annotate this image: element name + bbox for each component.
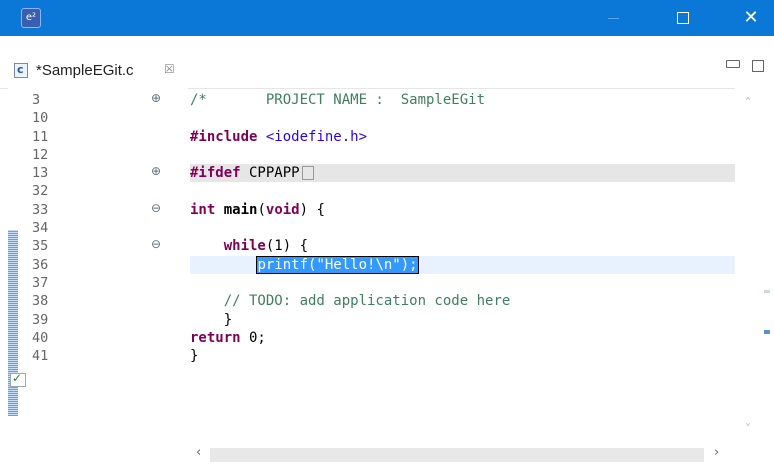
scroll-right-icon[interactable]: › xyxy=(714,445,719,460)
quick-diff-bar xyxy=(8,230,18,416)
line-number: 34 xyxy=(32,220,49,237)
scroll-down-icon[interactable]: ˅ xyxy=(745,422,751,436)
code-text-fragment: ) { xyxy=(299,201,325,218)
code-line: return 0; xyxy=(190,329,750,347)
preprocessor-directive: #include xyxy=(190,128,258,145)
line-number: 11 xyxy=(32,128,49,145)
line-number-gutter xyxy=(8,88,148,442)
folded-content-icon[interactable] xyxy=(301,166,314,181)
line-number: 37 xyxy=(32,274,49,291)
collapse-fold-icon[interactable]: ⊖ xyxy=(151,237,161,251)
maximize-window-button[interactable] xyxy=(660,0,706,36)
vertical-scrollbar[interactable] xyxy=(735,88,774,442)
code-line: // TODO: add application code here xyxy=(190,292,750,310)
macro-name: CPPAPP xyxy=(240,165,300,182)
function-name: main xyxy=(223,201,258,218)
comment: /* PROJECT NAME : SampleEGit xyxy=(190,92,486,108)
line-number: 36 xyxy=(32,256,49,273)
folded-code-line: #ifdef CPPAPP xyxy=(190,164,750,183)
line-number: 39 xyxy=(32,311,49,328)
scroll-up-icon[interactable]: ˄ xyxy=(745,96,751,110)
code-line: #include <iodefine.h> xyxy=(190,128,750,146)
minimize-view-icon[interactable] xyxy=(726,60,740,68)
horizontal-scroll-thumb[interactable] xyxy=(210,448,704,462)
return-keyword: return xyxy=(190,329,241,346)
line-number: 41 xyxy=(32,348,49,365)
folding-column xyxy=(148,88,188,442)
loop-keyword: while xyxy=(223,238,266,255)
code-editor[interactable]: 3 10 11 12 13 32 33 34 35 36 37 38 39 40… xyxy=(8,88,774,442)
code-line: while(1) { xyxy=(190,237,750,255)
tab-label[interactable]: *SampleEGit.c xyxy=(36,62,134,79)
close-tab-icon[interactable]: ☒ xyxy=(164,62,175,76)
c-source-file-icon xyxy=(14,63,28,78)
current-code-line: printf("Hello!\n"); xyxy=(190,255,750,274)
collapse-fold-icon[interactable]: ⊖ xyxy=(151,201,161,215)
line-number: 10 xyxy=(32,110,49,127)
expand-fold-icon[interactable]: ⊕ xyxy=(151,164,161,178)
line-number: 35 xyxy=(32,238,49,255)
line-numbers: 3 10 11 12 13 32 33 34 35 36 37 38 39 40… xyxy=(32,91,48,365)
code-line: int main(void) { xyxy=(190,201,325,218)
app-icon: e² xyxy=(21,8,41,28)
code-line: /* PROJECT NAME : SampleEGit xyxy=(190,91,750,109)
line-number: 13 xyxy=(32,165,49,182)
maximize-view-icon[interactable] xyxy=(752,60,764,72)
todo-comment: // TODO: add application code here xyxy=(223,293,511,310)
code-line: } xyxy=(190,311,233,328)
type-keyword: int xyxy=(190,201,216,218)
minimize-window-button[interactable] xyxy=(590,0,636,36)
line-number: 3 xyxy=(32,92,41,108)
code-text-fragment: (1) { xyxy=(265,238,309,255)
line-number: 33 xyxy=(32,201,49,218)
line-number: 40 xyxy=(32,329,49,346)
task-marker-icon[interactable] xyxy=(10,371,26,387)
selected-text: printf("Hello!\n"); xyxy=(256,255,419,274)
line-number: 32 xyxy=(32,183,49,200)
scroll-left-icon[interactable]: ‹ xyxy=(196,445,201,460)
line-number: 12 xyxy=(32,146,49,163)
code-text-fragment: 0; xyxy=(240,329,266,346)
close-window-button[interactable]: ✕ xyxy=(728,0,774,36)
include-header: <iodefine.h> xyxy=(265,128,368,145)
preprocessor-directive: #ifdef xyxy=(190,165,241,182)
code-line: } xyxy=(190,348,199,365)
type-keyword: void xyxy=(265,201,300,218)
code-text[interactable]: /* PROJECT NAME : SampleEGit #include <i… xyxy=(190,91,750,365)
expand-fold-icon[interactable]: ⊕ xyxy=(151,91,161,105)
overview-ruler-marker[interactable] xyxy=(764,330,770,334)
window-titlebar xyxy=(0,0,774,36)
line-number: 38 xyxy=(32,293,49,310)
overview-ruler-marker[interactable] xyxy=(764,290,770,293)
